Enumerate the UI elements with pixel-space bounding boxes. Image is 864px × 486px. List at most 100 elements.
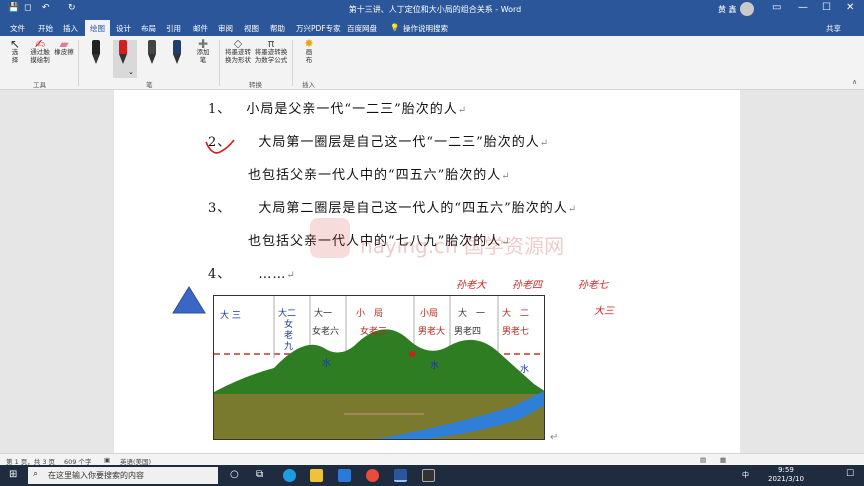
doc-line-3[interactable]: 也包括父亲一代人中的“四五六”胎次的人↵ bbox=[248, 164, 511, 183]
app-icon[interactable] bbox=[422, 469, 435, 482]
tab-draw[interactable]: 绘图 bbox=[85, 20, 110, 36]
mail-icon[interactable] bbox=[338, 469, 351, 482]
label-da-er-left: 大二 bbox=[278, 309, 297, 319]
tab-pdf-expert[interactable]: 万兴PDF专家 bbox=[296, 23, 341, 34]
add-pen-label: 添加笔 bbox=[196, 48, 210, 64]
tab-mailings[interactable]: 邮件 bbox=[193, 23, 208, 34]
minimize-button[interactable]: — bbox=[798, 2, 808, 13]
share-button[interactable]: 共享 bbox=[826, 23, 841, 34]
tab-help[interactable]: 帮助 bbox=[270, 23, 285, 34]
windows-start-icon[interactable]: ⊞ bbox=[9, 469, 17, 480]
watermark-logo bbox=[310, 218, 350, 258]
tab-insert[interactable]: 插入 bbox=[63, 23, 78, 34]
pen-tip bbox=[92, 54, 100, 64]
drawing-canvas-button[interactable]: ✸ 画布 bbox=[298, 37, 320, 64]
label-nv-lao-jiu: 女老九 bbox=[284, 320, 294, 352]
pen-dark-gray[interactable] bbox=[145, 40, 159, 66]
title-bar: 💾 ◻ ↶ ↻ 第十三讲、人丁定位和大小局的组合关系 - Word 黄 鑫 ▭ … bbox=[0, 0, 864, 19]
paragraph-mark: ↵ bbox=[286, 270, 296, 281]
pen-tip bbox=[173, 54, 181, 64]
paragraph-mark: ↵ bbox=[567, 204, 578, 215]
ribbon-draw: ↖ 选择 ✍ 通过触摸绘制 ▰ 橡皮擦 工具 ⌄ ✚ 添加笔 笔 ◇ 将墨迹转换… bbox=[0, 36, 864, 90]
edge-icon[interactable] bbox=[283, 469, 296, 482]
tools-group-label: 工具 bbox=[33, 81, 46, 89]
draw-with-touch-button[interactable]: ✍ 通过触摸绘制 bbox=[28, 37, 52, 64]
autosave-toggle-icon[interactable]: ◻ bbox=[24, 3, 31, 13]
doc-line-4[interactable]: 3、 大局第二圈层是自己这一代人的“四五六”胎次的人↵ bbox=[208, 197, 577, 216]
tab-view[interactable]: 视图 bbox=[244, 23, 259, 34]
pen-navy[interactable] bbox=[170, 40, 184, 66]
ribbon-display-icon[interactable]: ▭ bbox=[772, 2, 781, 13]
ribbon-tabs: 文件 开始 插入 绘图 设计 布局 引用 邮件 审阅 视图 帮助 万兴PDF专家… bbox=[0, 19, 864, 36]
add-pen-button[interactable]: ✚ 添加笔 bbox=[194, 37, 212, 64]
pen-tip bbox=[119, 54, 127, 64]
pen-red-selected[interactable]: ⌄ bbox=[113, 40, 137, 78]
pen-black[interactable] bbox=[89, 40, 103, 66]
handwriting-1: 孙老大 bbox=[456, 280, 486, 291]
tab-baidu-netdisk[interactable]: 百度网盘 bbox=[347, 23, 377, 34]
plus-icon: ✚ bbox=[197, 37, 209, 51]
cursor-icon: ↖ bbox=[9, 37, 21, 51]
print-layout-icon[interactable]: ▦ bbox=[720, 456, 726, 464]
label-nan-lao-si: 男老四 bbox=[454, 327, 482, 337]
document-page[interactable]: 1、 小局是父亲一代“一二三”胎次的人↵ 2、 大局第一圈层是自己这一代“一二三… bbox=[114, 90, 740, 453]
close-button[interactable]: ✕ bbox=[846, 2, 854, 13]
proofing-icon[interactable]: ▣ bbox=[104, 456, 110, 464]
maximize-button[interactable]: ☐ bbox=[822, 2, 831, 13]
select-button[interactable]: ↖ 选择 bbox=[7, 37, 23, 64]
pens-group-label: 笔 bbox=[146, 81, 153, 89]
touch-draw-icon: ✍ bbox=[34, 37, 46, 51]
landscape-picture[interactable]: 大 三 大二 女老九 大一 女老六 小 局 女老三 小局 男老大 大 一 男老四… bbox=[213, 295, 545, 440]
tab-design[interactable]: 设计 bbox=[116, 23, 131, 34]
search-box[interactable]: ⌕ 在这里输入你要搜索的内容 bbox=[28, 467, 218, 484]
save-icon[interactable]: 💾 bbox=[8, 3, 19, 13]
ink-to-math-button[interactable]: π 将墨迹转换为数学公式 bbox=[254, 38, 288, 64]
paragraph-mark: ↵ bbox=[550, 432, 559, 443]
triangle-shape[interactable] bbox=[172, 286, 206, 314]
label-da-yi-right: 大 一 bbox=[458, 309, 486, 319]
task-view-icon[interactable]: ⧉ bbox=[256, 469, 263, 480]
label-nan-lao-qi: 男老七 bbox=[502, 327, 530, 337]
word-icon[interactable] bbox=[394, 469, 407, 482]
watermark-text: naying.cn 国学资源网 bbox=[360, 234, 565, 258]
chevron-down-icon[interactable]: ⌄ bbox=[128, 68, 134, 76]
tab-home[interactable]: 开始 bbox=[38, 23, 53, 34]
avatar[interactable] bbox=[740, 2, 754, 16]
user-name: 黄 鑫 bbox=[718, 5, 737, 14]
label-da-yi-left: 大一 bbox=[314, 309, 333, 319]
clock[interactable]: 9:59 2021/3/10 bbox=[768, 466, 804, 484]
collapse-ribbon-icon[interactable]: ∧ bbox=[852, 78, 857, 86]
file-explorer-icon[interactable] bbox=[310, 469, 323, 482]
label-water-1: 水 bbox=[322, 359, 332, 369]
lightbulb-icon: 💡 bbox=[390, 23, 400, 32]
doc-line-1[interactable]: 1、 小局是父亲一代“一二三”胎次的人↵ bbox=[208, 98, 467, 117]
tell-me-search[interactable]: 操作说明搜索 bbox=[403, 23, 448, 34]
handwriting-3: 孙老七 bbox=[578, 280, 608, 291]
clock-date: 2021/3/10 bbox=[768, 475, 804, 483]
tab-review[interactable]: 审阅 bbox=[218, 23, 233, 34]
taskbar: ⊞ ⌕ 在这里输入你要搜索的内容 ○ ⧉ 中 9:59 2021/3/10 ☐ bbox=[0, 465, 864, 486]
ink-to-shape-label: 将墨迹转换为形状 bbox=[225, 48, 251, 64]
cortana-icon[interactable]: ○ bbox=[230, 469, 239, 480]
doc-line-6[interactable]: 4、 ……↵ bbox=[208, 263, 296, 282]
notification-icon[interactable]: ☐ bbox=[846, 469, 854, 479]
tab-references[interactable]: 引用 bbox=[166, 23, 181, 34]
read-mode-icon[interactable]: ▤ bbox=[700, 456, 706, 464]
pen-cap bbox=[173, 40, 181, 54]
label-nan-lao-da: 男老大 bbox=[418, 327, 446, 337]
label-da-er-right: 大 二 bbox=[502, 309, 530, 319]
ime-indicator[interactable]: 中 bbox=[742, 470, 749, 480]
tab-layout[interactable]: 布局 bbox=[141, 23, 156, 34]
eraser-button[interactable]: ▰ 橡皮擦 bbox=[54, 38, 74, 56]
line-text: 大局第二圈层是自己这一代人的“四五六”胎次的人 bbox=[258, 201, 568, 216]
doc-line-2[interactable]: 2、 大局第一圈层是自己这一代“一二三”胎次的人↵ bbox=[208, 131, 549, 150]
eraser-label: 橡皮擦 bbox=[54, 48, 74, 56]
undo-icon[interactable]: ↶ bbox=[42, 3, 50, 13]
chrome-icon[interactable] bbox=[366, 469, 379, 482]
tab-file[interactable]: 文件 bbox=[10, 23, 25, 34]
ink-to-shape-button[interactable]: ◇ 将墨迹转换为形状 bbox=[223, 38, 253, 64]
line-number: 1、 bbox=[208, 102, 232, 117]
redo-icon[interactable]: ↻ bbox=[68, 3, 76, 13]
line-number: 4、 bbox=[208, 267, 232, 282]
canvas-icon: ✸ bbox=[304, 37, 314, 50]
